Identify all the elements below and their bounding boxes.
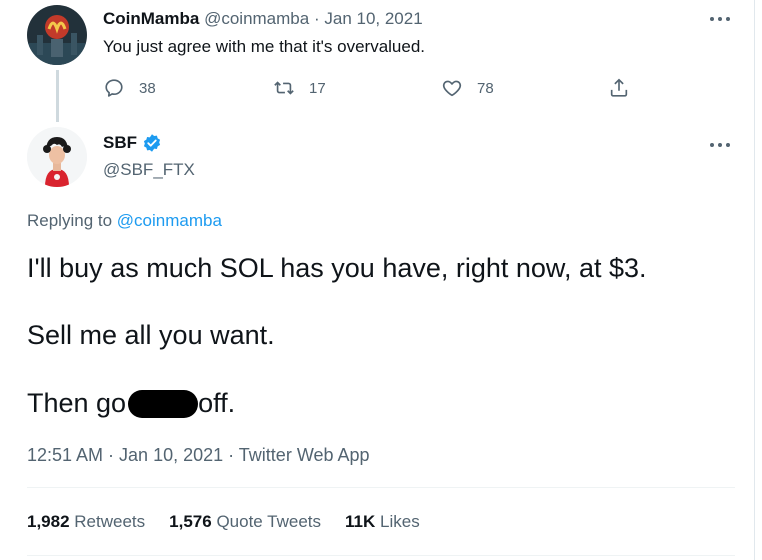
reply-button[interactable]: 38: [103, 75, 156, 101]
parent-tweet-actions: 38 17 78: [103, 75, 643, 101]
tweet-text-line-1: I'll buy as much SOL has you have, right…: [27, 253, 647, 283]
sbf-avatar[interactable]: [27, 127, 87, 187]
likes-stat[interactable]: 11K Likes: [345, 512, 420, 532]
parent-author-handle[interactable]: @coinmamba: [204, 9, 309, 28]
replying-prefix: Replying to: [27, 211, 113, 230]
quote-tweets-stat[interactable]: 1,576 Quote Tweets: [169, 512, 321, 532]
heart-icon: [442, 80, 462, 97]
quote-tweets-label: Quote Tweets: [216, 512, 322, 531]
more-horizontal-icon[interactable]: [707, 140, 733, 150]
tweet-text-line-3: Then go off.: [27, 388, 235, 419]
quote-tweets-count: 1,576: [169, 512, 212, 531]
reply-icon: [105, 79, 123, 97]
redaction-mark: [128, 389, 199, 418]
replying-to: Replying to @coinmamba: [27, 211, 222, 231]
tweet-meta[interactable]: 12:51 AM · Jan 10, 2021 · Twitter Web Ap…: [27, 445, 370, 466]
retweet-button[interactable]: 17: [273, 75, 326, 101]
likes-label: Likes: [380, 512, 420, 531]
thread-connector-line: [56, 70, 59, 122]
main-author-name-row[interactable]: SBF: [103, 133, 162, 153]
retweet-icon: [274, 81, 294, 95]
parent-author-name[interactable]: CoinMamba: [103, 9, 199, 28]
main-author-handle[interactable]: @SBF_FTX: [103, 160, 195, 180]
tweet-text-line-3-start: Then go: [27, 388, 127, 418]
retweets-stat[interactable]: 1,982 Retweets: [27, 512, 145, 532]
divider: [27, 555, 735, 556]
parent-tweet-text: You just agree with me that it's overval…: [103, 37, 426, 56]
tweet-text-line-2: Sell me all you want.: [27, 320, 275, 350]
verified-badge-icon: [143, 134, 161, 152]
like-button[interactable]: 78: [441, 75, 494, 101]
parent-tweet-date[interactable]: Jan 10, 2021: [324, 9, 422, 28]
main-author-name[interactable]: SBF: [103, 133, 137, 153]
replying-mention-link[interactable]: @coinmamba: [117, 211, 222, 230]
share-button[interactable]: [608, 75, 630, 101]
parent-tweet-header: CoinMamba @coinmamba · Jan 10, 2021: [103, 9, 423, 29]
coinmamba-avatar[interactable]: [27, 5, 87, 65]
tweet-thread: CoinMamba @coinmamba · Jan 10, 2021 You …: [0, 0, 755, 560]
more-horizontal-icon[interactable]: [707, 14, 733, 24]
likes-count: 11K: [345, 512, 376, 531]
like-count: 78: [477, 79, 494, 97]
parent-tweet[interactable]: CoinMamba @coinmamba · Jan 10, 2021 You …: [0, 0, 754, 122]
reply-count: 38: [139, 79, 156, 97]
retweet-count: 17: [309, 79, 326, 97]
tweet-text-line-3-end: off.: [198, 388, 236, 418]
divider: [27, 487, 735, 488]
retweets-label: Retweets: [74, 512, 146, 531]
share-icon: [610, 78, 628, 97]
header-separator: ·: [313, 9, 320, 28]
retweets-count: 1,982: [27, 512, 70, 531]
tweet-stats: 1,982 Retweets 1,576 Quote Tweets 11K Li…: [27, 512, 444, 532]
